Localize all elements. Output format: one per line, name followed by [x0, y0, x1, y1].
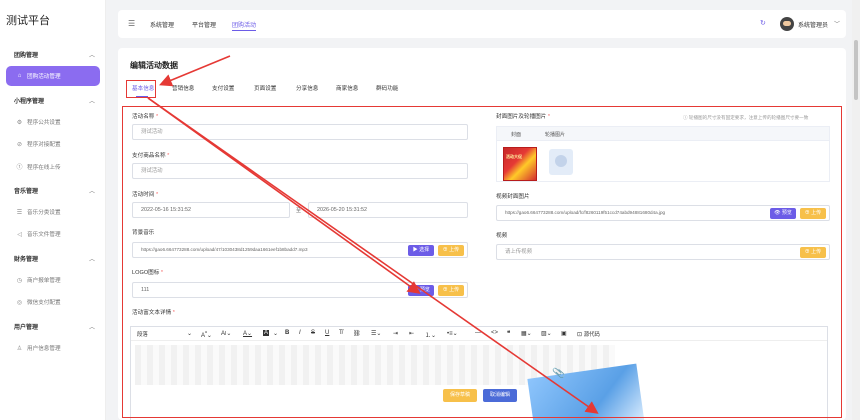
sidebar-item-label: 音乐文件管理	[27, 232, 61, 238]
top-bar: ☰ 系统管理 平台管理 团购活动 ↻ 系统管理员 ﹀	[118, 10, 846, 38]
top-nav-platform[interactable]: 平台管理	[192, 20, 216, 29]
music-icon: ◁	[17, 231, 22, 238]
sidebar-group-music[interactable]: 音乐管理	[14, 186, 38, 195]
clock-icon: ◷	[16, 277, 23, 284]
sidebar-item-online-upload[interactable]: ⓣ 程序在线上传	[16, 162, 61, 172]
upload-icon: ⓣ	[16, 165, 23, 171]
sidebar-item-label: 用户信息管理	[27, 346, 61, 352]
sidebar-item-groupbuy-activity[interactable]: ⌂ 团购活动管理	[6, 66, 100, 86]
link-icon: ⊘	[16, 141, 23, 148]
tab-group-qr[interactable]: 群码功能	[376, 84, 398, 92]
tab-payment[interactable]: 支付设置	[212, 84, 234, 92]
tab-page-settings[interactable]: 页面设置	[254, 84, 276, 92]
sidebar-group-groupbuy[interactable]: 团购管理	[14, 50, 38, 59]
shield-icon: ◎	[16, 299, 23, 306]
sidebar-item-integration-config[interactable]: ⊘ 程序对接配置	[16, 140, 61, 149]
sidebar-item-music-category[interactable]: ☰ 音乐分类设置	[16, 208, 61, 217]
chevron-up-icon[interactable]: ︿	[89, 254, 95, 263]
chevron-up-icon[interactable]: ︿	[89, 50, 95, 59]
avatar[interactable]	[780, 17, 794, 31]
top-nav-groupbuy[interactable]: 团购活动	[232, 20, 257, 31]
sidebar-item-wechat-pay[interactable]: ◎ 微信支付配置	[16, 298, 61, 307]
page-title: 编辑活动数据	[130, 61, 178, 70]
list-icon: ☰	[16, 209, 23, 216]
app-title: 测试平台	[6, 15, 50, 27]
sidebar-item-label: 程序对接配置	[27, 142, 61, 148]
gear-icon: ⚙	[16, 119, 23, 126]
sidebar-group-users[interactable]: 用户管理	[14, 322, 38, 331]
menu-icon[interactable]: ☰	[128, 19, 135, 28]
sidebar-item-user-info[interactable]: ♙ 用户信息管理	[16, 344, 61, 353]
tab-marketing[interactable]: 营销信息	[172, 84, 194, 92]
annotation-box-tab	[126, 80, 156, 98]
chevron-up-icon[interactable]: ︿	[89, 322, 95, 331]
sidebar-item-label: 程序在线上传	[27, 164, 61, 171]
sidebar-group-finance[interactable]: 财务管理	[14, 254, 38, 263]
scrollbar-thumb[interactable]	[854, 40, 858, 100]
sidebar-item-merchant-reports[interactable]: ◷ 商户报单管理	[16, 276, 61, 285]
chevron-down-icon[interactable]: ﹀	[834, 19, 840, 28]
annotation-box-form	[122, 106, 842, 418]
sidebar-group-miniprogram[interactable]: 小程序管理	[14, 96, 44, 105]
tab-share[interactable]: 分享信息	[296, 84, 318, 92]
sidebar-item-music-files[interactable]: ◁ 音乐文件管理	[16, 230, 61, 239]
sidebar: 测试平台 团购管理 ︿ ⌂ 团购活动管理 小程序管理 ︿ ⚙ 程序公共设置 ⊘ …	[0, 0, 106, 420]
user-icon: ♙	[16, 345, 23, 352]
home-icon: ⌂	[17, 73, 22, 79]
top-nav-system[interactable]: 系统管理	[150, 20, 174, 29]
sidebar-item-label: 程序公共设置	[27, 120, 61, 126]
chevron-up-icon[interactable]: ︿	[89, 186, 95, 195]
chevron-up-icon[interactable]: ︿	[89, 96, 95, 105]
sidebar-item-label: 微信支付配置	[27, 300, 61, 306]
sidebar-item-label: 音乐分类设置	[27, 210, 61, 216]
refresh-icon[interactable]: ↻	[760, 19, 766, 27]
sidebar-item-label: 商户报单管理	[27, 278, 61, 284]
sidebar-item-label: 团购活动管理	[27, 74, 61, 80]
admin-name[interactable]: 系统管理员	[798, 20, 828, 29]
tab-merchant[interactable]: 商家信息	[336, 84, 358, 92]
sidebar-item-public-settings[interactable]: ⚙ 程序公共设置	[16, 118, 61, 127]
